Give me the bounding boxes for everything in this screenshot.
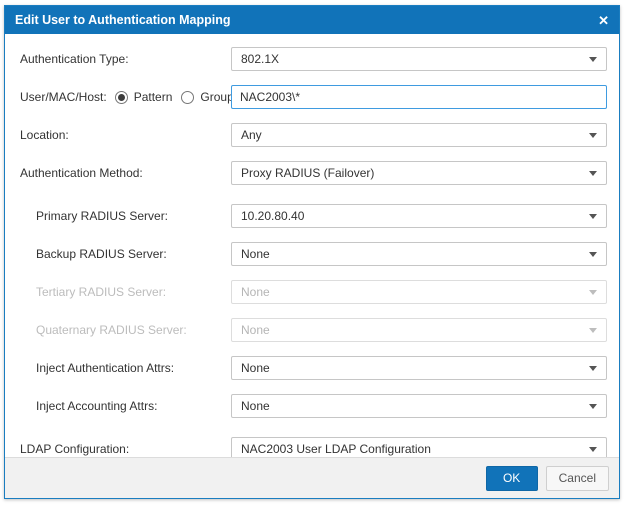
chevron-down-icon [589, 170, 597, 176]
row-authentication-method: Authentication Method: Proxy RADIUS (Fai… [17, 161, 607, 185]
location-label: Location: [20, 128, 69, 142]
group-radio[interactable] [181, 90, 195, 104]
row-user-mac-host: User/MAC/Host: Pattern Group [17, 85, 607, 109]
tertiary-radius-server-value: None [241, 285, 270, 299]
chevron-down-icon [589, 213, 597, 219]
cancel-button[interactable]: Cancel [545, 465, 609, 491]
group-radio-label[interactable]: Group [200, 90, 233, 104]
row-backup-radius-server: Backup RADIUS Server: None [17, 242, 607, 266]
inject-authentication-attrs-label: Inject Authentication Attrs: [36, 361, 175, 375]
primary-radius-server-dropdown[interactable]: 10.20.80.40 [231, 204, 607, 228]
inject-authentication-attrs-dropdown[interactable]: None [231, 356, 607, 380]
backup-radius-server-value: None [241, 247, 270, 261]
ok-button[interactable]: OK [485, 465, 538, 491]
dialog-footer: OK Cancel [5, 457, 619, 498]
close-icon[interactable]: ✕ [598, 14, 609, 27]
authentication-type-dropdown[interactable]: 802.1X [231, 47, 607, 71]
row-authentication-type: Authentication Type: 802.1X [17, 47, 607, 71]
backup-radius-server-dropdown[interactable]: None [231, 242, 607, 266]
row-quaternary-radius-server: Quaternary RADIUS Server: None [17, 318, 607, 342]
primary-radius-server-label: Primary RADIUS Server: [36, 209, 169, 223]
row-location: Location: Any [17, 123, 607, 147]
row-ldap-configuration: LDAP Configuration: NAC2003 User LDAP Co… [17, 437, 607, 457]
chevron-down-icon [589, 446, 597, 452]
authentication-method-label: Authentication Method: [20, 166, 143, 180]
chevron-down-icon [589, 56, 597, 62]
quaternary-radius-server-label: Quaternary RADIUS Server: [36, 323, 187, 337]
quaternary-radius-server-dropdown: None [231, 318, 607, 342]
user-mac-host-input[interactable] [231, 85, 607, 109]
authentication-type-value: 802.1X [241, 52, 280, 66]
location-value: Any [241, 128, 262, 142]
location-dropdown[interactable]: Any [231, 123, 607, 147]
quaternary-radius-server-value: None [241, 323, 270, 337]
tertiary-radius-server-label: Tertiary RADIUS Server: [36, 285, 167, 299]
authentication-method-dropdown[interactable]: Proxy RADIUS (Failover) [231, 161, 607, 185]
edit-user-auth-mapping-dialog: Edit User to Authentication Mapping ✕ Au… [4, 5, 620, 499]
pattern-radio[interactable] [114, 90, 128, 104]
chevron-down-icon [589, 251, 597, 257]
dialog-titlebar: Edit User to Authentication Mapping ✕ [5, 6, 619, 34]
inject-accounting-attrs-dropdown[interactable]: None [231, 394, 607, 418]
user-mac-host-radios: Pattern Group [114, 90, 240, 104]
user-mac-host-label: User/MAC/Host: [20, 90, 107, 104]
inject-authentication-attrs-value: None [241, 361, 270, 375]
row-inject-authentication-attrs: Inject Authentication Attrs: None [17, 356, 607, 380]
ldap-configuration-dropdown[interactable]: NAC2003 User LDAP Configuration [231, 437, 607, 457]
dialog-body: Authentication Type: 802.1X User/MAC/Hos… [5, 34, 619, 457]
ldap-configuration-value: NAC2003 User LDAP Configuration [241, 442, 431, 456]
authentication-method-value: Proxy RADIUS (Failover) [241, 166, 375, 180]
backup-radius-server-label: Backup RADIUS Server: [36, 247, 167, 261]
chevron-down-icon [589, 289, 597, 295]
tertiary-radius-server-dropdown: None [231, 280, 607, 304]
row-inject-accounting-attrs: Inject Accounting Attrs: None [17, 394, 607, 418]
inject-accounting-attrs-label: Inject Accounting Attrs: [36, 399, 158, 413]
authentication-type-label: Authentication Type: [20, 52, 129, 66]
dialog-title: Edit User to Authentication Mapping [15, 13, 231, 27]
chevron-down-icon [589, 327, 597, 333]
row-primary-radius-server: Primary RADIUS Server: 10.20.80.40 [17, 204, 607, 228]
chevron-down-icon [589, 132, 597, 138]
inject-accounting-attrs-value: None [241, 399, 270, 413]
chevron-down-icon [589, 365, 597, 371]
pattern-radio-label[interactable]: Pattern [134, 90, 173, 104]
chevron-down-icon [589, 403, 597, 409]
ldap-configuration-label: LDAP Configuration: [20, 442, 130, 456]
row-tertiary-radius-server: Tertiary RADIUS Server: None [17, 280, 607, 304]
primary-radius-server-value: 10.20.80.40 [241, 209, 305, 223]
